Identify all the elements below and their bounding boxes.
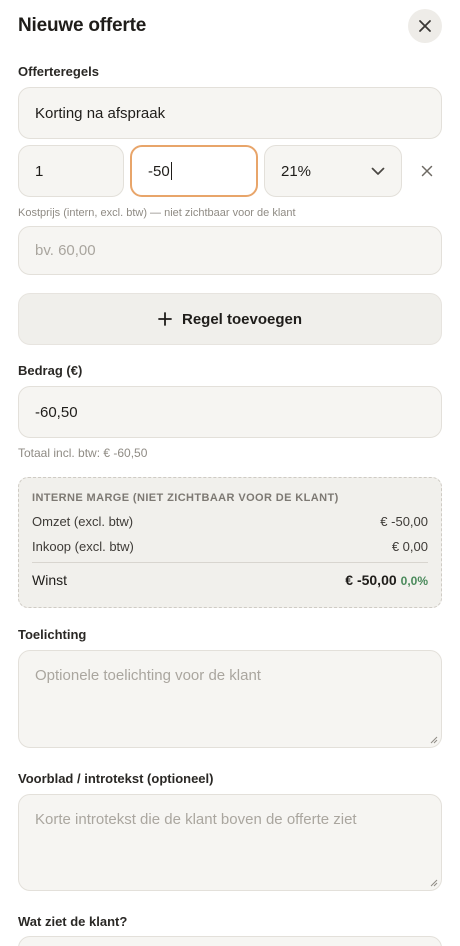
resize-handle-icon[interactable] bbox=[430, 736, 438, 744]
profit-percentage: 0,0% bbox=[400, 574, 428, 588]
vat-select[interactable]: 21% bbox=[264, 145, 402, 197]
total-incl-vat: Totaal incl. btw: € -60,50 bbox=[18, 446, 148, 460]
quantity-input[interactable]: 1 bbox=[18, 145, 124, 197]
cost-label: Inkoop (excl. btw) bbox=[32, 539, 134, 554]
vat-value: 21% bbox=[281, 162, 312, 180]
close-icon bbox=[419, 20, 431, 32]
intro-placeholder: Korte introtekst die de klant boven de o… bbox=[35, 811, 357, 828]
dialog-title: Nieuwe offerte bbox=[18, 15, 147, 36]
chevron-down-icon bbox=[371, 167, 385, 175]
cost-price-placeholder: bv. 60,00 bbox=[35, 242, 96, 259]
explanation-label: Toelichting bbox=[18, 627, 87, 642]
unit-price-value: -50 bbox=[148, 162, 170, 180]
line-row: 1 -50 21% bbox=[18, 145, 442, 197]
resize-handle-icon[interactable] bbox=[430, 879, 438, 887]
client-view-field[interactable] bbox=[18, 936, 442, 946]
cost-price-input[interactable]: bv. 60,00 bbox=[18, 226, 442, 275]
cost-value: € 0,00 bbox=[391, 539, 428, 554]
line-description-value: Korting na afspraak bbox=[35, 104, 166, 122]
explanation-textarea[interactable]: Optionele toelichting voor de klant bbox=[18, 650, 442, 748]
revenue-label: Omzet (excl. btw) bbox=[32, 514, 134, 529]
amount-label: Bedrag (€) bbox=[18, 363, 83, 378]
quantity-value: 1 bbox=[35, 162, 44, 180]
profit-label: Winst bbox=[32, 572, 67, 588]
amount-value: -60,50 bbox=[35, 403, 78, 421]
close-icon bbox=[421, 165, 433, 177]
plus-icon bbox=[158, 312, 172, 326]
intro-label: Voorblad / introtekst (optioneel) bbox=[18, 771, 214, 786]
profit-value: € -50,00 bbox=[345, 572, 397, 588]
cost-row: Inkoop (excl. btw) € 0,00 bbox=[32, 539, 428, 554]
cost-price-hint: Kostprijs (intern, excl. btw) — niet zic… bbox=[18, 207, 296, 219]
unit-price-input[interactable]: -50 bbox=[130, 145, 258, 197]
remove-line-button[interactable] bbox=[418, 162, 436, 180]
explanation-placeholder: Optionele toelichting voor de klant bbox=[35, 667, 261, 684]
new-quote-dialog: Nieuwe offerte Offerteregels Korting na … bbox=[0, 0, 460, 946]
revenue-row: Omzet (excl. btw) € -50,00 bbox=[32, 514, 428, 529]
intro-textarea[interactable]: Korte introtekst die de klant boven de o… bbox=[18, 794, 442, 891]
client-view-label: Wat ziet de klant? bbox=[18, 914, 128, 929]
profit-row: Winst € -50,00 0,0% bbox=[32, 572, 428, 588]
dialog-header: Nieuwe offerte bbox=[18, 8, 442, 44]
add-line-label: Regel toevoegen bbox=[181, 310, 303, 328]
close-button[interactable] bbox=[408, 9, 442, 43]
quote-lines-label: Offerteregels bbox=[18, 64, 99, 79]
internal-margin-panel: INTERNE MARGE (NIET ZICHTBAAR VOOR DE KL… bbox=[18, 477, 442, 608]
amount-input[interactable]: -60,50 bbox=[18, 386, 442, 438]
revenue-value: € -50,00 bbox=[380, 514, 428, 529]
margin-divider bbox=[32, 562, 428, 563]
text-caret bbox=[170, 162, 172, 180]
margin-heading: INTERNE MARGE (NIET ZICHTBAAR VOOR DE KL… bbox=[32, 492, 339, 504]
add-line-button[interactable]: Regel toevoegen bbox=[18, 293, 442, 345]
line-description-input[interactable]: Korting na afspraak bbox=[18, 87, 442, 139]
